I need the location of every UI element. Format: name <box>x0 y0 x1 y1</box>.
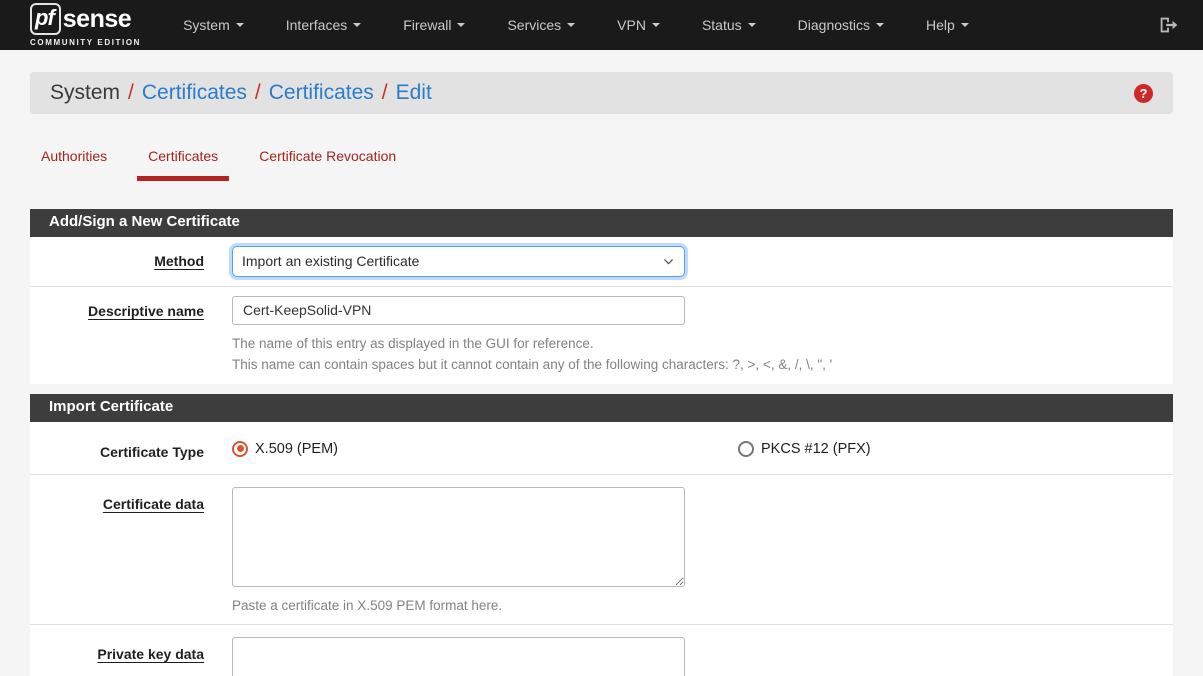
nav-item-status[interactable]: Status <box>688 1 770 49</box>
caret-down-icon <box>567 23 575 27</box>
descriptive-name-label: Descriptive name <box>88 303 204 319</box>
form-row-method: Method Import an existing Certificate <box>30 237 1173 287</box>
caret-down-icon <box>961 23 969 27</box>
caret-down-icon <box>457 23 465 27</box>
descriptive-name-help-1: The name of this entry as displayed in t… <box>232 334 1153 354</box>
radio-selected-icon <box>232 441 248 457</box>
breadcrumb: System / Certificates / Certificates / E… <box>30 72 1173 114</box>
caret-down-icon <box>748 23 756 27</box>
nav-item-system[interactable]: System <box>169 1 258 49</box>
nav-item-vpn[interactable]: VPN <box>603 1 674 49</box>
radio-unselected-icon <box>738 441 754 457</box>
panel-add-sign-certificate: Add/Sign a New Certificate Method Import… <box>30 209 1173 384</box>
tab-certificate-revocation[interactable]: Certificate Revocation <box>248 140 407 181</box>
form-row-descriptive-name: Descriptive name The name of this entry … <box>30 287 1173 384</box>
certificate-data-textarea[interactable] <box>232 487 685 587</box>
descriptive-name-help-2: This name can contain spaces but it cann… <box>232 355 1153 375</box>
private-key-data-textarea[interactable] <box>232 637 685 676</box>
caret-down-icon <box>876 23 884 27</box>
nav-item-interfaces[interactable]: Interfaces <box>272 1 375 49</box>
panel-title: Add/Sign a New Certificate <box>30 209 1173 237</box>
logo-pf-text: pf <box>35 5 54 30</box>
tab-authorities[interactable]: Authorities <box>30 140 118 181</box>
certificate-type-label: Certificate Type <box>100 444 204 460</box>
logo-subtitle: COMMUNITY EDITION <box>30 38 141 47</box>
method-label: Method <box>154 253 204 269</box>
caret-down-icon <box>353 23 361 27</box>
logout-button[interactable] <box>1151 8 1185 42</box>
descriptive-name-input[interactable] <box>232 296 685 325</box>
main-menu: System Interfaces Firewall Services VPN … <box>155 1 983 49</box>
panel-import-certificate: Import Certificate Certificate Type X.50… <box>30 394 1173 676</box>
certificate-data-help: Paste a certificate in X.509 PEM format … <box>232 596 1153 616</box>
breadcrumb-link-certificates[interactable]: Certificates <box>142 81 247 105</box>
sign-out-icon <box>1157 14 1179 36</box>
private-key-data-label: Private key data <box>97 646 204 662</box>
breadcrumb-separator: / <box>128 81 134 105</box>
pf-logo-box: pf <box>30 3 61 35</box>
breadcrumb-link-edit[interactable]: Edit <box>396 81 432 105</box>
certificate-data-label: Certificate data <box>103 496 204 512</box>
method-select[interactable]: Import an existing Certificate <box>232 246 685 277</box>
nav-item-services[interactable]: Services <box>493 1 589 49</box>
logo-sense-text: sense <box>63 5 131 34</box>
top-navbar: pf sense COMMUNITY EDITION System Interf… <box>0 0 1203 50</box>
tab-bar: Authorities Certificates Certificate Rev… <box>30 140 1173 181</box>
breadcrumb-system: System <box>50 81 120 105</box>
breadcrumb-separator: / <box>382 81 388 105</box>
form-row-certificate-type: Certificate Type X.509 (PEM) PKCS #12 (P… <box>30 422 1173 475</box>
form-row-certificate-data: Certificate data Paste a certificate in … <box>30 475 1173 626</box>
form-row-private-key-data: Private key data <box>30 625 1173 676</box>
radio-pkcs12-pfx[interactable]: PKCS #12 (PFX) <box>738 441 871 457</box>
breadcrumb-link-certificates-2[interactable]: Certificates <box>269 81 374 105</box>
breadcrumb-separator: / <box>255 81 261 105</box>
nav-item-firewall[interactable]: Firewall <box>389 1 479 49</box>
caret-down-icon <box>652 23 660 27</box>
nav-item-help[interactable]: Help <box>912 1 983 49</box>
help-icon[interactable]: ? <box>1134 84 1153 103</box>
caret-down-icon <box>236 23 244 27</box>
radio-x509-pem[interactable]: X.509 (PEM) <box>232 441 738 457</box>
tab-certificates[interactable]: Certificates <box>137 140 229 181</box>
pfsense-logo[interactable]: pf sense COMMUNITY EDITION <box>30 3 141 47</box>
nav-item-diagnostics[interactable]: Diagnostics <box>784 1 898 49</box>
panel-title: Import Certificate <box>30 394 1173 422</box>
